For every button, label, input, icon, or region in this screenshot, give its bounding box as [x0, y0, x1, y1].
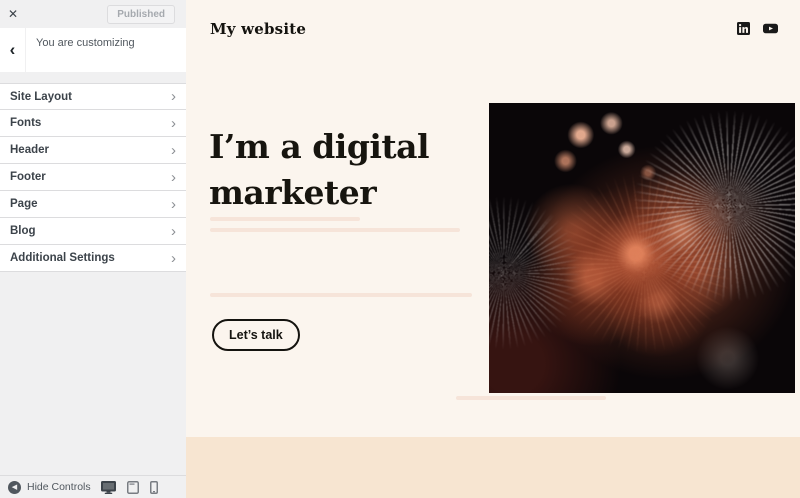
placeholder-text-line [210, 228, 460, 232]
device-preview-switcher [101, 480, 158, 494]
placeholder-text-line [210, 293, 472, 297]
hero-heading: I’m a digital marketer [209, 127, 430, 212]
customizer-app: ✕ Published ‹ You are customizing Site L… [0, 0, 800, 498]
chevron-right-icon: › [171, 249, 176, 267]
menu-item-label: Fonts [10, 117, 42, 129]
chevron-right-icon: › [171, 114, 176, 132]
menu-item-blog[interactable]: Blog › [0, 218, 186, 245]
menu-item-footer[interactable]: Footer › [0, 164, 186, 191]
customizer-sidebar: ✕ Published ‹ You are customizing Site L… [0, 0, 186, 498]
menu-item-label: Additional Settings [10, 252, 115, 264]
customizer-panel-header: ‹ You are customizing [0, 28, 186, 72]
chevron-right-icon: › [171, 141, 176, 159]
chevron-right-icon: › [171, 195, 176, 213]
tablet-preview-icon[interactable] [127, 480, 139, 494]
menu-item-label: Blog [10, 225, 36, 237]
mobile-preview-icon[interactable] [150, 480, 158, 494]
fireworks-photo [489, 103, 795, 393]
published-button[interactable]: Published [107, 4, 175, 24]
social-links [737, 22, 778, 40]
site-title[interactable]: My website [210, 20, 306, 38]
site-preview-frame: My website I’m a digital marketer Let’s … [186, 0, 800, 498]
chevron-right-icon: › [171, 222, 176, 240]
menu-item-site-layout[interactable]: Site Layout › [0, 83, 186, 110]
customizing-label: You are customizing [36, 37, 135, 49]
menu-item-label: Site Layout [10, 90, 72, 103]
chevron-left-icon: ‹ [9, 40, 16, 59]
collapse-sidebar-icon[interactable]: ◀ [8, 480, 21, 494]
menu-item-header[interactable]: Header › [0, 137, 186, 164]
chevron-right-icon: › [171, 88, 176, 105]
menu-item-fonts[interactable]: Fonts › [0, 110, 186, 137]
lets-talk-button[interactable]: Let’s talk [212, 319, 300, 351]
linkedin-icon[interactable] [737, 22, 750, 40]
youtube-icon[interactable] [763, 22, 778, 40]
chevron-right-icon: › [171, 168, 176, 186]
menu-item-label: Page [10, 198, 38, 210]
close-icon: ✕ [7, 7, 19, 21]
menu-item-label: Footer [10, 171, 46, 183]
footer-band [186, 437, 800, 498]
menu-item-label: Header [10, 144, 49, 156]
close-customizer-button[interactable]: ✕ [0, 0, 26, 28]
desktop-preview-icon[interactable] [101, 480, 116, 494]
customizer-footer-bar: ◀ Hide Controls [0, 475, 186, 498]
customizer-topbar: ✕ Published [0, 0, 186, 28]
menu-item-additional-settings[interactable]: Additional Settings › [0, 245, 186, 272]
back-button[interactable]: ‹ [0, 28, 26, 72]
hide-controls-button[interactable]: Hide Controls [27, 481, 91, 493]
menu-item-page[interactable]: Page › [0, 191, 186, 218]
placeholder-caption-line [456, 396, 606, 400]
placeholder-text-line [210, 217, 360, 221]
customizer-menu: Site Layout › Fonts › Header › Footer › … [0, 83, 186, 272]
firework-burst-orange [549, 168, 739, 358]
